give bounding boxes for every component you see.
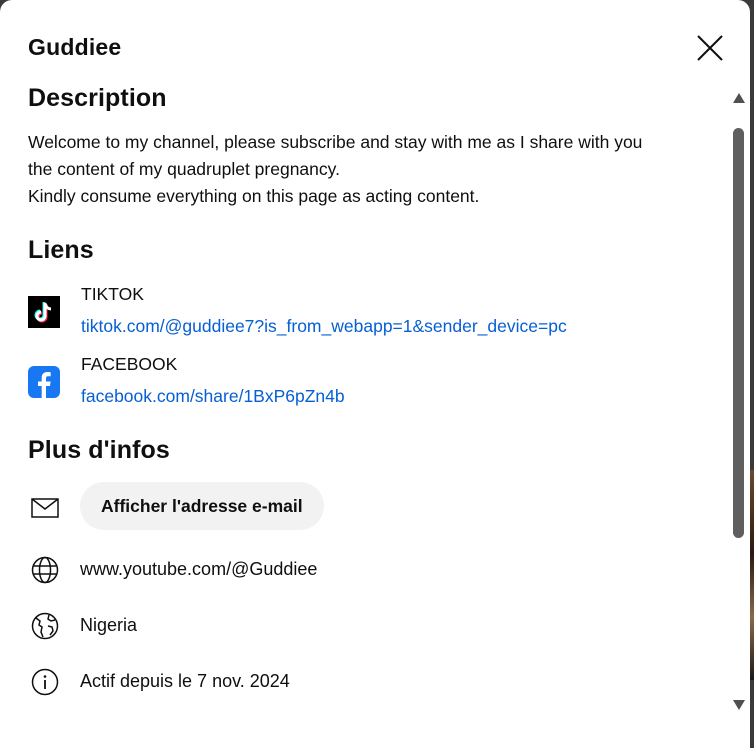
description-line: Kindly consume everything on this page a… <box>28 186 480 206</box>
globe-icon <box>28 553 62 587</box>
joined-date: Actif depuis le 7 nov. 2024 <box>80 671 290 691</box>
links-heading: Liens <box>28 236 94 264</box>
description-heading: Description <box>28 84 167 112</box>
description-line: the content of my quadruplet pregnancy. <box>28 159 340 179</box>
more-info-section: Plus d'infos Afficher l'adresse e-mail w… <box>28 436 324 696</box>
facebook-logo-icon[interactable] <box>28 366 60 398</box>
joined-row: Actif depuis le 7 nov. 2024 <box>28 656 708 706</box>
more-info-heading: Plus d'infos <box>28 436 170 464</box>
dialog-content: Description Welcome to my channel, pleas… <box>28 84 728 696</box>
scrollbar[interactable] <box>728 88 750 718</box>
email-row: Afficher l'adresse e-mail <box>28 482 708 532</box>
scrollbar-thumb[interactable] <box>733 128 744 538</box>
scroll-down-arrow-icon[interactable] <box>732 699 746 711</box>
link-url[interactable]: tiktok.com/@guddiee7?is_from_webapp=1&se… <box>81 316 567 337</box>
link-url[interactable]: facebook.com/share/1BxP6pZn4b <box>81 386 345 407</box>
world-map-icon <box>28 609 62 643</box>
channel-description: Welcome to my channel, please subscribe … <box>28 129 728 210</box>
country-row: Nigeria <box>28 600 708 650</box>
info-icon <box>28 665 62 699</box>
mail-icon <box>28 491 62 525</box>
close-icon <box>697 35 723 61</box>
about-dialog: Guddiee Description Welcome to my channe… <box>0 0 750 748</box>
link-title: TIKTOK <box>81 284 144 304</box>
channel-url-row: www.youtube.com/@Guddiee <box>28 544 708 594</box>
description-line: Welcome to my channel, please subscribe … <box>28 132 643 152</box>
link-item-tiktok: TIKTOK tiktok.com/@guddiee7?is_from_weba… <box>28 284 708 344</box>
link-title: FACEBOOK <box>81 354 178 374</box>
tiktok-logo-icon[interactable] <box>28 296 60 328</box>
country-text: Nigeria <box>80 615 138 635</box>
dialog-title: Guddiee <box>28 34 122 60</box>
link-item-facebook: FACEBOOK facebook.com/share/1BxP6pZn4b <box>28 354 708 414</box>
close-button[interactable] <box>690 28 730 68</box>
scroll-up-arrow-icon[interactable] <box>732 92 746 104</box>
show-email-button[interactable]: Afficher l'adresse e-mail <box>80 482 324 530</box>
links-section: Liens TIKTOK tiktok.com/@guddiee7?is_fro… <box>28 236 567 406</box>
channel-url[interactable]: www.youtube.com/@Guddiee <box>80 559 317 580</box>
